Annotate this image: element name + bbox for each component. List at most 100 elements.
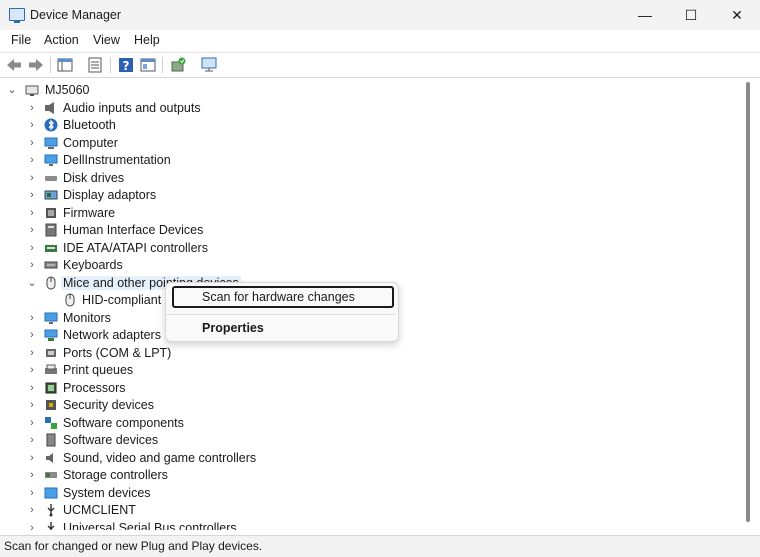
tree-category-item[interactable]: › Processors: [0, 380, 740, 398]
disk-icon: [45, 175, 57, 181]
chevron-right-icon[interactable]: ›: [26, 172, 38, 184]
port-icon: [46, 348, 56, 357]
tree-category-item[interactable]: › Firmware: [0, 205, 740, 223]
tree-category-item[interactable]: › Sound, video and game controllers: [0, 450, 740, 468]
properties-label: Properties: [202, 321, 264, 335]
chevron-right-icon[interactable]: ›: [26, 224, 38, 236]
tree-category-item[interactable]: › Bluetooth: [0, 117, 740, 135]
tree-category-item[interactable]: › Universal Serial Bus controllers: [0, 520, 740, 531]
tree-category-item[interactable]: › Software devices: [0, 432, 740, 450]
computer-icon: [44, 137, 58, 149]
tree-category-item[interactable]: › Security devices: [0, 397, 740, 415]
tree-item-label: IDE ATA/ATAPI controllers: [63, 240, 208, 255]
chevron-right-icon[interactable]: ›: [26, 242, 38, 254]
tree-category-item[interactable]: › Human Interface Devices: [0, 222, 740, 240]
tree-category-item[interactable]: › System devices: [0, 485, 740, 503]
hid-icon: [45, 223, 57, 237]
properties-item[interactable]: Properties: [172, 317, 394, 339]
chevron-right-icon[interactable]: ›: [26, 347, 38, 359]
software-device-icon: [46, 433, 56, 447]
tree-item-label: UCMCLIENT: [63, 503, 136, 517]
tree-category-item[interactable]: › Ports (COM & LPT): [0, 345, 740, 363]
tree-category-item[interactable]: › Print queues: [0, 362, 740, 380]
update-driver-icon[interactable]: [169, 56, 187, 74]
monitor-icon: [44, 312, 58, 324]
help-icon[interactable]: ?: [117, 56, 135, 74]
chevron-right-icon[interactable]: ›: [26, 522, 38, 531]
speaker-icon: [45, 101, 54, 114]
tree-item-label: Software devices: [63, 433, 159, 447]
svg-text:?: ?: [123, 59, 130, 73]
menu-file[interactable]: File: [11, 33, 31, 47]
tree-item-label: Computer: [63, 135, 118, 150]
console-view-icon[interactable]: [139, 56, 157, 74]
menu-view[interactable]: View: [93, 33, 120, 47]
scrollbar-thumb[interactable]: [746, 82, 750, 522]
tree-category-item[interactable]: › Software components: [0, 415, 740, 433]
keyboard-icon: [44, 261, 58, 269]
chevron-right-icon[interactable]: ›: [26, 259, 38, 271]
properties-icon[interactable]: [86, 56, 104, 74]
tree-item-label: Ports (COM & LPT): [63, 345, 172, 360]
computer-root-icon: [25, 85, 39, 96]
processor-icon: [45, 382, 57, 393]
back-icon[interactable]: [5, 56, 23, 74]
printer-icon: [45, 364, 57, 374]
minimize-button[interactable]: —: [622, 0, 668, 30]
chevron-down-icon[interactable]: ⌄: [6, 84, 18, 96]
chevron-right-icon[interactable]: ›: [26, 329, 38, 341]
tree-item-label: Firmware: [63, 205, 116, 220]
close-button[interactable]: ✕: [714, 0, 760, 30]
tree-category-item[interactable]: › IDE ATA/ATAPI controllers: [0, 240, 740, 258]
sound-icon: [46, 452, 53, 463]
window-title: Device Manager: [30, 8, 122, 22]
chevron-right-icon[interactable]: ›: [26, 154, 38, 166]
menu-help[interactable]: Help: [134, 33, 160, 47]
show-hide-tree-icon[interactable]: [56, 56, 74, 74]
tree-root-label: MJ5060: [45, 83, 90, 97]
menu-bar: File Action View Help: [0, 30, 760, 53]
chevron-right-icon[interactable]: ›: [26, 102, 38, 114]
chevron-right-icon[interactable]: ›: [26, 469, 38, 481]
chevron-down-icon[interactable]: ⌄: [26, 277, 38, 289]
tree-category-item[interactable]: › UCMCLIENT: [0, 502, 740, 520]
chevron-right-icon[interactable]: ›: [26, 452, 38, 464]
tree-category-item[interactable]: › Audio inputs and outputs: [0, 100, 740, 118]
tree-item-label: Keyboards: [63, 258, 123, 272]
tree-item-label: Human Interface Devices: [63, 223, 204, 237]
chevron-right-icon[interactable]: ›: [26, 207, 38, 219]
chevron-right-icon[interactable]: ›: [26, 119, 38, 131]
software-components-icon: [45, 416, 57, 429]
tree-item-label: System devices: [63, 485, 151, 500]
chevron-right-icon[interactable]: ›: [26, 382, 38, 394]
tree-category-item[interactable]: › Storage controllers: [0, 467, 740, 485]
scan-hardware-icon[interactable]: [200, 56, 218, 74]
tree-category-item[interactable]: › Keyboards: [0, 257, 740, 275]
chevron-right-icon[interactable]: ›: [26, 487, 38, 499]
chevron-right-icon[interactable]: ›: [26, 399, 38, 411]
chevron-right-icon[interactable]: ›: [26, 312, 38, 324]
tree-item-label: Sound, video and game controllers: [63, 450, 257, 465]
scan-for-hardware-changes-item[interactable]: Scan for hardware changes: [172, 286, 394, 308]
vertical-scrollbar[interactable]: [740, 78, 760, 530]
forward-icon[interactable]: [27, 56, 45, 74]
chevron-right-icon[interactable]: ›: [26, 434, 38, 446]
tree-category-item[interactable]: › Display adaptors: [0, 187, 740, 205]
chevron-right-icon[interactable]: ›: [26, 137, 38, 149]
tree-root[interactable]: ⌄ MJ5060: [0, 82, 740, 100]
monitor-icon: [44, 154, 58, 166]
menu-action[interactable]: Action: [44, 33, 79, 47]
chevron-right-icon[interactable]: ›: [26, 504, 38, 516]
chevron-right-icon[interactable]: ›: [26, 417, 38, 429]
chevron-right-icon[interactable]: ›: [26, 364, 38, 376]
tree-item-label: Storage controllers: [63, 468, 168, 482]
tree-category-item[interactable]: › Computer: [0, 135, 740, 153]
status-text: Scan for changed or new Plug and Play de…: [4, 539, 263, 553]
tree-item-label: Security devices: [63, 398, 155, 412]
usb-icon: [47, 521, 55, 530]
maximize-button[interactable]: ☐: [668, 0, 714, 30]
chevron-right-icon[interactable]: ›: [26, 189, 38, 201]
tree-category-item[interactable]: › DellInstrumentation: [0, 152, 740, 170]
tree-item-label: Display adaptors: [63, 188, 157, 202]
tree-category-item[interactable]: › Disk drives: [0, 170, 740, 188]
